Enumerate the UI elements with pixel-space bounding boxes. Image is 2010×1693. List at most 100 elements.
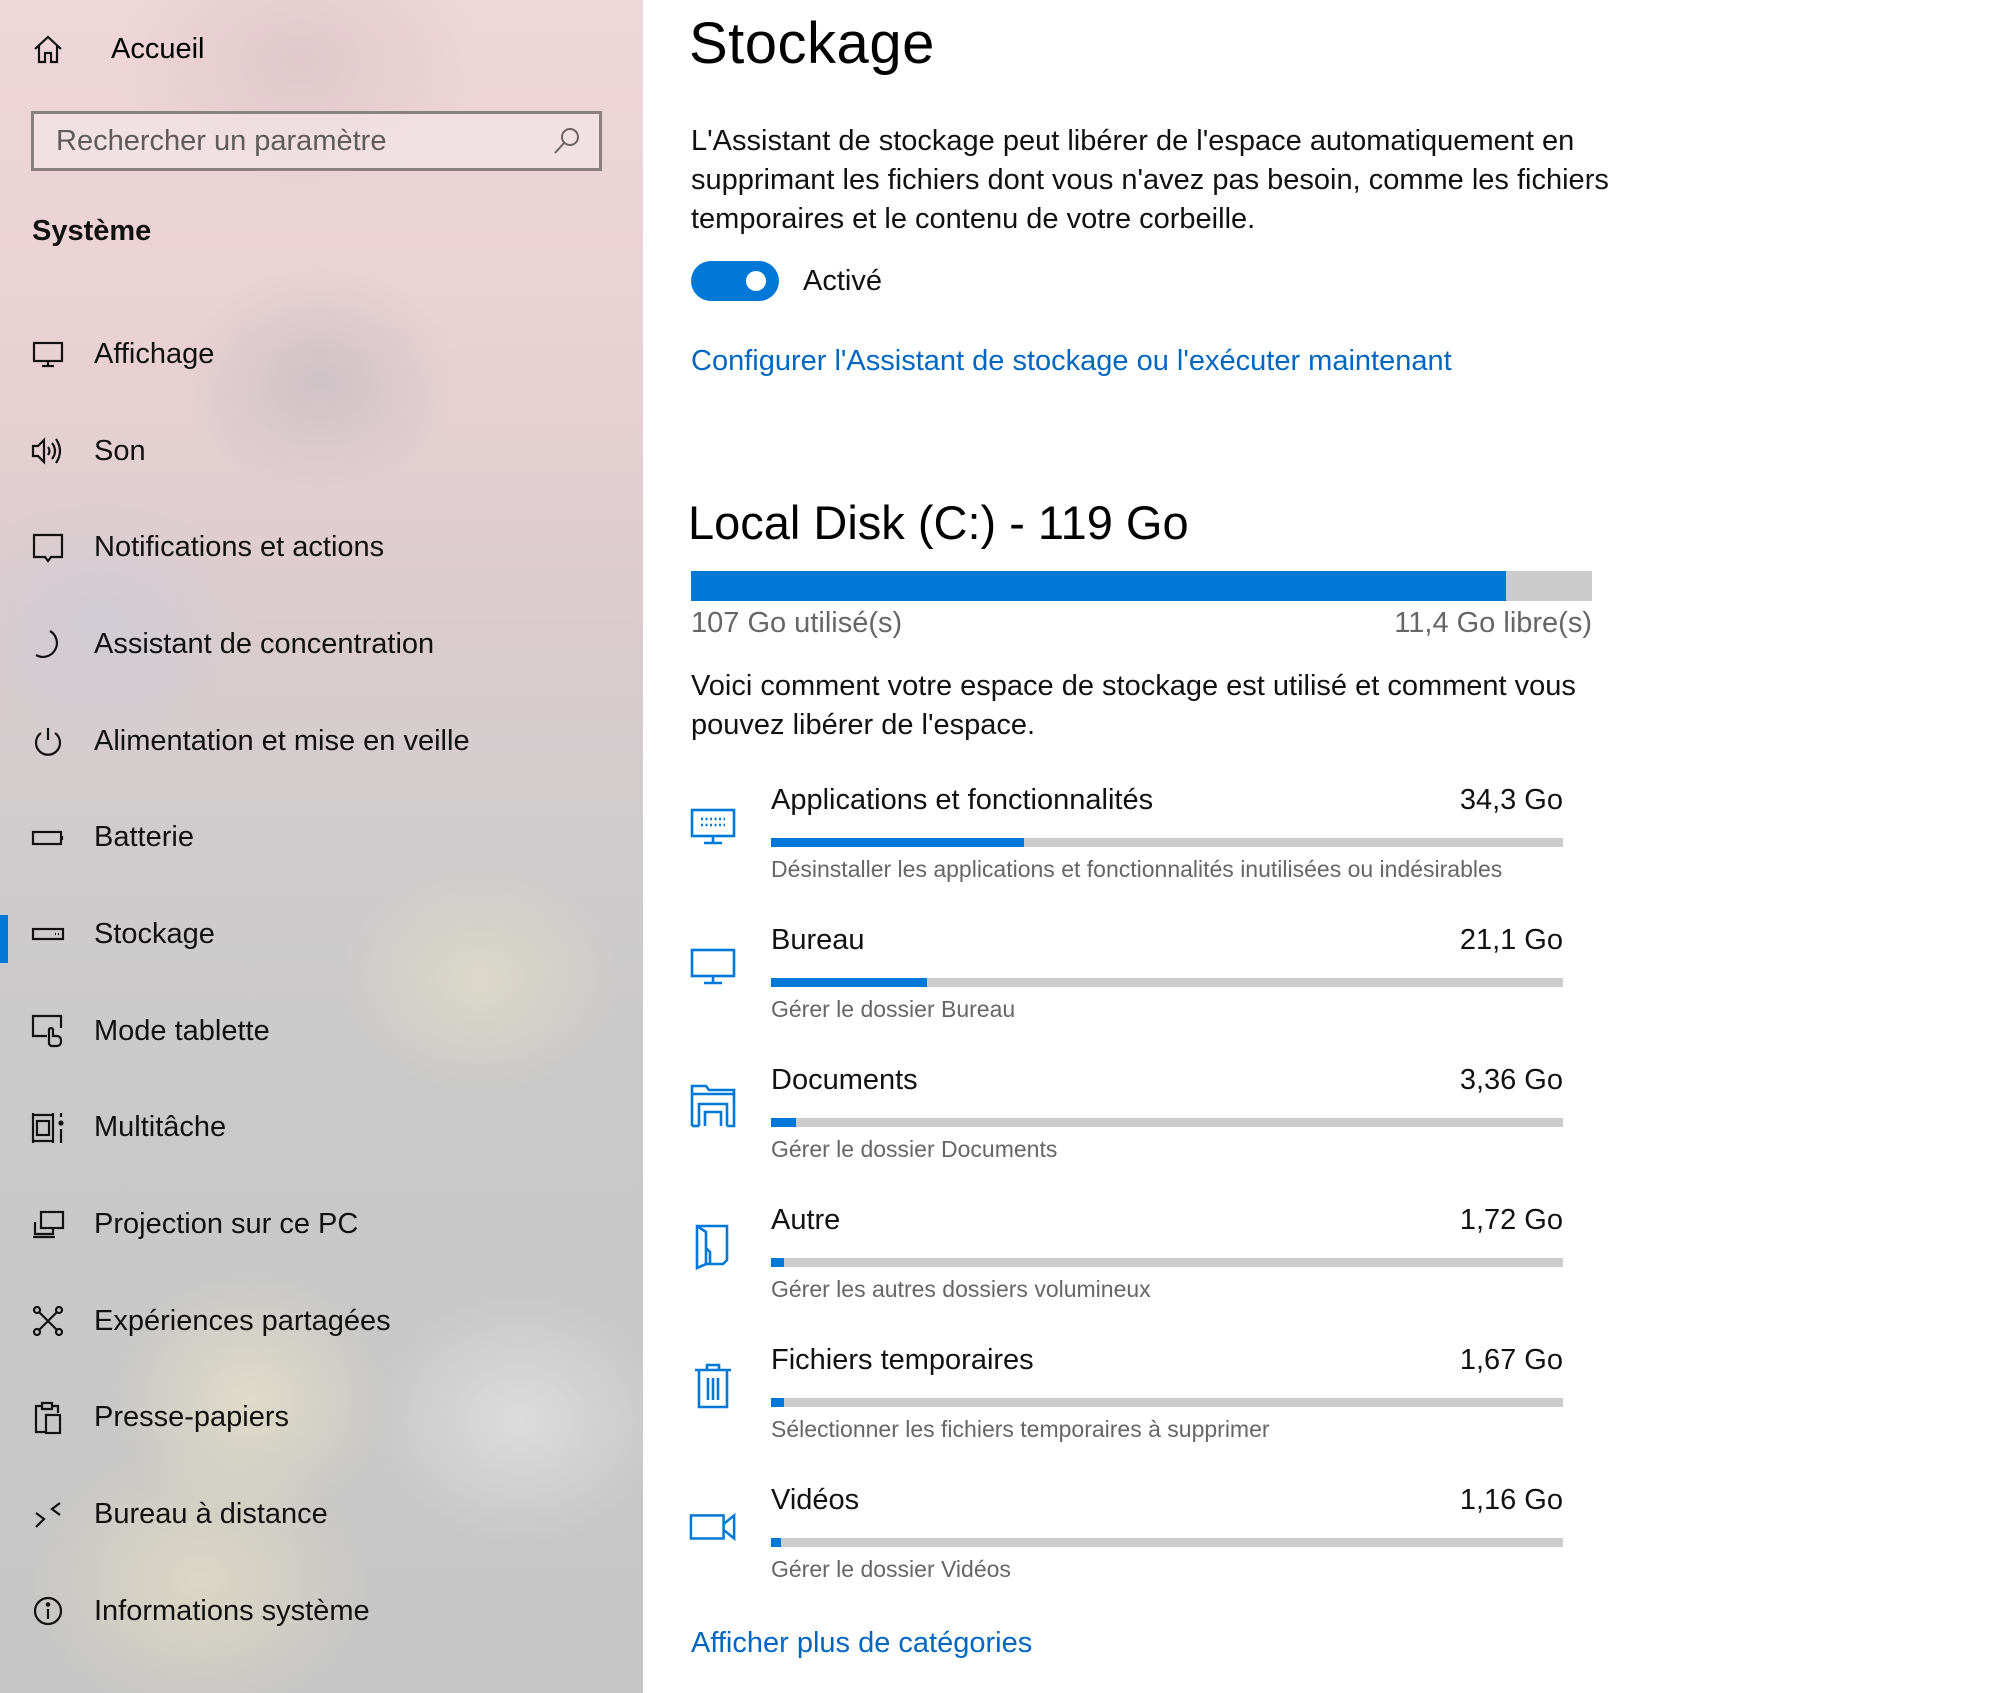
sidebar-item-notifications[interactable]: Notifications et actions bbox=[0, 499, 643, 596]
moon-icon bbox=[31, 627, 65, 661]
page-title: Stockage bbox=[689, 11, 935, 76]
category-subtitle: Gérer le dossier Bureau bbox=[771, 996, 1016, 1022]
sidebar-item-label: Notifications et actions bbox=[94, 531, 385, 564]
category-subtitle: Gérer le dossier Vidéos bbox=[771, 1556, 1011, 1582]
sidebar-item-label: Son bbox=[94, 434, 146, 467]
disk-free-label: 11,4 Go libre(s) bbox=[1394, 607, 1592, 639]
settings-sidebar: Accueil Système Affichage Son Notificati… bbox=[0, 0, 643, 1693]
configure-storage-sense-link[interactable]: Configurer l'Assistant de stockage ou l'… bbox=[691, 345, 1452, 378]
sidebar-item-label: Presse-papiers bbox=[94, 1401, 290, 1434]
toggle-knob bbox=[746, 271, 766, 291]
sidebar-item-projection[interactable]: Projection sur ce PC bbox=[0, 1176, 643, 1273]
category-fichiers-temporaires[interactable]: Fichiers temporaires 1,67 Go Sélectionne… bbox=[643, 1338, 1643, 1478]
disk-title: Local Disk (C:) - 119 Go bbox=[688, 496, 1189, 549]
storage-sense-toggle[interactable] bbox=[691, 261, 779, 301]
category-usage-bar bbox=[771, 1258, 1563, 1267]
category-name: Bureau bbox=[771, 924, 865, 956]
info-icon bbox=[31, 1594, 65, 1628]
sidebar-item-experiences-partagees[interactable]: Expériences partagées bbox=[0, 1273, 643, 1370]
category-name: Fichiers temporaires bbox=[771, 1344, 1034, 1376]
category-autre[interactable]: Autre 1,72 Go Gérer les autres dossiers … bbox=[643, 1198, 1643, 1338]
toggle-state-label: Activé bbox=[803, 264, 882, 297]
video-icon bbox=[689, 1502, 737, 1550]
sidebar-item-label: Stockage bbox=[94, 917, 215, 950]
power-icon bbox=[31, 724, 65, 758]
home-icon bbox=[32, 33, 64, 65]
category-usage-bar-fill bbox=[771, 1258, 784, 1267]
tablet-mode-icon bbox=[31, 1014, 65, 1048]
sidebar-item-alimentation[interactable]: Alimentation et mise en veille bbox=[0, 693, 643, 790]
sidebar-home-label: Accueil bbox=[111, 32, 205, 65]
apps-features-icon bbox=[689, 802, 737, 850]
category-usage-bar bbox=[771, 1538, 1563, 1547]
category-videos[interactable]: Vidéos 1,16 Go Gérer le dossier Vidéos bbox=[643, 1478, 1643, 1618]
sidebar-item-label: Multitâche bbox=[94, 1111, 227, 1144]
sidebar-item-presse-papiers[interactable]: Presse-papiers bbox=[0, 1370, 643, 1467]
search-input[interactable] bbox=[34, 123, 549, 159]
sidebar-item-label: Mode tablette bbox=[94, 1014, 270, 1047]
category-size: 21,1 Go bbox=[1459, 924, 1563, 956]
sidebar-item-label: Projection sur ce PC bbox=[94, 1208, 359, 1241]
sidebar-item-label: Expériences partagées bbox=[94, 1304, 391, 1337]
sidebar-item-affichage[interactable]: Affichage bbox=[0, 306, 643, 403]
category-usage-bar-fill bbox=[771, 1538, 781, 1547]
sidebar-item-multitache[interactable]: Multitâche bbox=[0, 1080, 643, 1177]
category-size: 1,16 Go bbox=[1459, 1484, 1563, 1516]
category-size: 3,36 Go bbox=[1459, 1064, 1563, 1096]
category-usage-bar bbox=[771, 1118, 1563, 1127]
speaker-icon bbox=[31, 434, 65, 468]
other-folder-icon bbox=[689, 1222, 737, 1270]
sidebar-item-batterie[interactable]: Batterie bbox=[0, 789, 643, 886]
sidebar-item-label: Alimentation et mise en veille bbox=[94, 724, 470, 757]
desktop-icon bbox=[689, 942, 737, 990]
clipboard-icon bbox=[31, 1401, 65, 1435]
shared-experiences-icon bbox=[31, 1304, 65, 1338]
sidebar-item-mode-tablette[interactable]: Mode tablette bbox=[0, 983, 643, 1080]
category-subtitle: Désinstaller les applications et fonctio… bbox=[771, 856, 1503, 882]
selection-indicator bbox=[0, 915, 8, 964]
disk-usage-bar bbox=[691, 571, 1592, 601]
sidebar-home[interactable]: Accueil bbox=[32, 24, 205, 74]
storage-icon bbox=[31, 917, 65, 951]
category-usage-bar-fill bbox=[771, 1118, 796, 1127]
category-usage-bar bbox=[771, 838, 1563, 847]
category-name: Applications et fonctionnalités bbox=[771, 784, 1154, 816]
storage-sense-description: L'Assistant de stockage peut libérer de … bbox=[691, 125, 1609, 235]
category-name: Autre bbox=[771, 1204, 841, 1236]
display-icon bbox=[31, 337, 65, 371]
category-size: 1,72 Go bbox=[1459, 1204, 1563, 1236]
usage-description: Voici comment votre espace de stockage e… bbox=[691, 670, 1576, 741]
category-usage-bar-fill bbox=[771, 1398, 784, 1407]
search-icon[interactable] bbox=[549, 123, 585, 159]
sidebar-item-informations-systeme[interactable]: Informations système bbox=[0, 1563, 643, 1660]
trash-icon bbox=[689, 1362, 737, 1410]
sidebar-item-son[interactable]: Son bbox=[0, 403, 643, 500]
category-size: 34,3 Go bbox=[1459, 784, 1563, 816]
sidebar-item-label: Batterie bbox=[94, 821, 194, 854]
category-apps[interactable]: Applications et fonctionnalités 34,3 Go … bbox=[643, 778, 1643, 918]
multitasking-icon bbox=[31, 1111, 65, 1145]
category-usage-bar bbox=[771, 1398, 1563, 1407]
sidebar-section-title: Système bbox=[32, 215, 152, 247]
category-bureau[interactable]: Bureau 21,1 Go Gérer le dossier Bureau bbox=[643, 918, 1643, 1058]
category-documents[interactable]: Documents 3,36 Go Gérer le dossier Docum… bbox=[643, 1058, 1643, 1198]
search-settings-box[interactable] bbox=[31, 111, 602, 171]
sidebar-nav: Affichage Son Notifications et actions A… bbox=[0, 306, 643, 1660]
category-usage-bar-fill bbox=[771, 978, 928, 987]
category-name: Vidéos bbox=[771, 1484, 860, 1516]
projection-icon bbox=[31, 1208, 65, 1242]
sidebar-item-concentration[interactable]: Assistant de concentration bbox=[0, 596, 643, 693]
storage-page: Stockage L'Assistant de stockage peut li… bbox=[643, 0, 2010, 1693]
category-subtitle: Sélectionner les fichiers temporaires à … bbox=[771, 1416, 1270, 1442]
storage-sense-toggle-row: Activé bbox=[691, 261, 882, 301]
category-usage-bar-fill bbox=[771, 838, 1025, 847]
sidebar-item-bureau-distance[interactable]: Bureau à distance bbox=[0, 1466, 643, 1563]
category-usage-bar bbox=[771, 978, 1563, 987]
remote-desktop-icon bbox=[31, 1498, 65, 1532]
sidebar-item-label: Affichage bbox=[94, 337, 215, 370]
category-name: Documents bbox=[771, 1064, 918, 1096]
battery-icon bbox=[31, 821, 65, 855]
show-more-categories-link[interactable]: Afficher plus de catégories bbox=[691, 1627, 1032, 1660]
sidebar-item-stockage[interactable]: Stockage bbox=[0, 886, 643, 983]
category-size: 1,67 Go bbox=[1459, 1344, 1563, 1376]
